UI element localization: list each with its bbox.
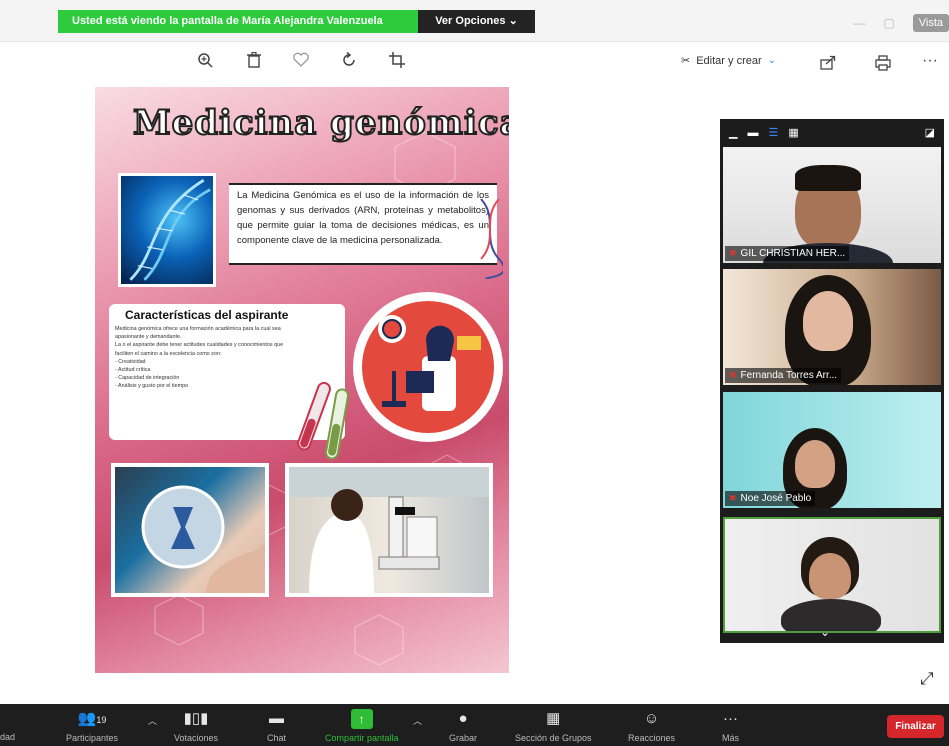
video-tile-active-speaker[interactable] (723, 517, 941, 633)
record-button[interactable]: ● Grabar (449, 709, 477, 743)
security-button[interactable]: dad (0, 732, 15, 742)
reactions-icon: ☺ (643, 710, 660, 727)
participant-name-label: ✖ Noe José Pablo (725, 491, 816, 506)
intro-text: La Medicina Genómica es el uso de la inf… (229, 183, 497, 265)
mic-muted-icon: ✖ (729, 370, 737, 380)
breakout-rooms-button[interactable]: ▦ Sección de Grupos (515, 709, 592, 743)
participants-label: Participantes (66, 733, 119, 743)
chat-button[interactable]: ▬ Chat (267, 709, 286, 743)
characteristics-title: Características del aspirante (125, 308, 289, 322)
panel-layout-icon[interactable]: ◪ (925, 126, 935, 139)
participant-name: GIL CHRISTIAN HER... (740, 248, 846, 259)
poster-title: Medicina genómica (132, 102, 509, 144)
more-options-icon[interactable]: ··· (922, 52, 938, 70)
characteristics-line: faciliten el camino a la excelencia como… (115, 350, 222, 357)
top-strip: Usted está viendo la pantalla de María A… (0, 0, 949, 42)
polls-icon: ▮▯▮ (183, 710, 209, 727)
minimize-panel-icon[interactable]: ▁ (729, 126, 737, 139)
share-status-text: Usted está viendo la pantalla de María A… (58, 10, 418, 33)
chat-label: Chat (267, 733, 287, 743)
share-screen-icon: ↑ (350, 709, 373, 729)
gallery-view-icon[interactable]: ▦ (788, 126, 798, 139)
view-button[interactable]: Vista (912, 14, 949, 32)
breakout-rooms-label: Sección de Grupos (515, 733, 592, 743)
reactions-button[interactable]: ☺ Reacciones (628, 709, 675, 743)
video-panel-header: ▁ ▬ ☰ ▦ ◪ (720, 119, 944, 146)
video-tile[interactable]: ✖ Fernanda Torres Arr... (723, 269, 941, 385)
heart-icon[interactable] (293, 52, 309, 72)
participant-name: Fernanda Torres Arr... (740, 370, 838, 381)
end-meeting-button[interactable]: Finalizar (887, 715, 944, 738)
trash-icon[interactable] (247, 51, 261, 73)
record-icon: ● (458, 710, 468, 727)
rotate-icon[interactable] (341, 51, 357, 73)
participant-shirt (781, 599, 881, 631)
participant-face (795, 440, 835, 488)
characteristics-line: La o el aspirante debe tener actitudes c… (115, 342, 284, 349)
print-icon[interactable] (875, 55, 891, 76)
record-label: Grabar (449, 733, 478, 743)
screen-share-banner: Usted está viendo la pantalla de María A… (58, 10, 535, 33)
expand-icon[interactable]: ⤢ (920, 669, 934, 689)
dna-strand-icon (480, 199, 503, 279)
more-icon: ··· (723, 710, 738, 727)
mic-muted-icon: ✖ (729, 248, 737, 258)
crop-icon[interactable] (389, 52, 405, 73)
reactions-label: Reacciones (628, 733, 676, 743)
more-button[interactable]: ··· Más (722, 709, 739, 743)
scissors-icon: ✂ (681, 55, 691, 67)
single-view-icon[interactable]: ▬ (747, 127, 758, 139)
characteristics-line: Medicina genómica ofrece una formación a… (115, 326, 281, 332)
zoom-meeting-window: Usted está viendo la pantalla de María A… (0, 0, 949, 746)
microscope-photo (285, 463, 493, 597)
chat-icon: ▬ (269, 710, 284, 727)
participant-hair (795, 165, 861, 191)
strip-view-icon[interactable]: ☰ (768, 126, 778, 139)
test-tubes-icon (297, 381, 350, 460)
mic-muted-icon: ✖ (729, 493, 737, 503)
chevron-down-icon: ⌄ (767, 55, 777, 66)
restore-icon[interactable]: ▢ (883, 16, 894, 30)
characteristics-line: apasionante y demandante. (115, 334, 182, 341)
share-screen-button[interactable]: ↑ Compartir pantalla (325, 709, 399, 743)
shared-poster: Medicina genómica La Medicina Genómica e… (95, 87, 509, 673)
meeting-controls-bar: dad 👥19 Participantes ︿ ▮▯▮ Votaciones ▬… (0, 704, 949, 746)
window-controls: — ▢ Vista (853, 14, 949, 32)
breakout-rooms-icon: ▦ (546, 710, 561, 727)
characteristics-line: - Actitud crítica (115, 367, 151, 374)
participants-video-panel: ▁ ▬ ☰ ▦ ◪ ✖ GIL CHRISTIAN HER... ✖ Ferna… (720, 119, 944, 643)
participants-count: 19 (96, 715, 107, 725)
participant-face (803, 291, 853, 351)
participant-name: Noe José Pablo (740, 493, 812, 504)
scientist-illustration (353, 292, 503, 442)
dna-image (118, 173, 216, 287)
participant-name-label (727, 625, 735, 629)
participant-name-label: ✖ GIL CHRISTIAN HER... (725, 246, 850, 261)
minimize-icon[interactable]: — (853, 16, 865, 30)
crystal-ball-photo (111, 463, 269, 597)
participant-face (809, 553, 851, 599)
polls-button[interactable]: ▮▯▮ Votaciones (174, 709, 218, 743)
edit-create-label: Editar y crear (696, 54, 762, 67)
characteristics-line: - Creatividad (115, 358, 146, 365)
share-icon[interactable] (820, 55, 836, 75)
share-screen-label: Compartir pantalla (325, 733, 399, 743)
more-label: Más (722, 733, 740, 743)
video-tile[interactable]: ✖ GIL CHRISTIAN HER... (723, 147, 941, 263)
caret-up-icon[interactable]: ︿ (413, 714, 422, 727)
security-label: dad (0, 732, 16, 742)
zoom-in-icon[interactable] (197, 52, 213, 73)
chevron-down-icon[interactable]: ⌄ (820, 625, 830, 639)
polls-label: Votaciones (174, 733, 219, 743)
participants-icon: 👥19 (77, 710, 107, 727)
video-tile[interactable]: ✖ Noe José Pablo (723, 392, 941, 508)
edit-create-menu[interactable]: ✂ Editar y crear ⌄ (681, 54, 777, 68)
participants-button[interactable]: 👥19 Participantes (66, 709, 118, 743)
caret-up-icon[interactable]: ︿ (148, 714, 157, 727)
view-options-button[interactable]: Ver Opciones ⌄ (418, 10, 535, 33)
participant-name-label: ✖ Fernanda Torres Arr... (725, 368, 842, 383)
